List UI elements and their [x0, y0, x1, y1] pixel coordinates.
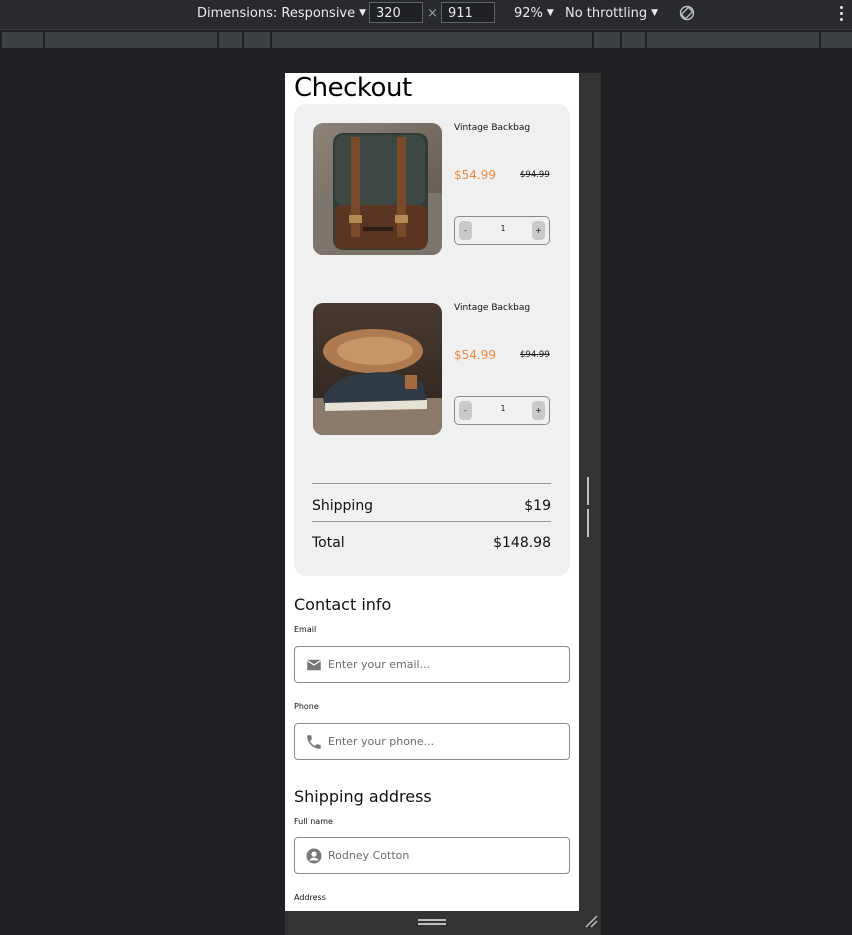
- cart-summary: Vintage Backbag $54.99 $94.99 - 1 + Vint…: [294, 104, 570, 576]
- cart-item: Vintage Backbag $54.99 $94.99 - 1 +: [294, 303, 570, 435]
- contact-info-heading: Contact info: [294, 595, 392, 614]
- resize-handle-bottom[interactable]: [418, 919, 446, 927]
- more-vert-icon[interactable]: [840, 6, 843, 24]
- item-old-price: $94.99: [520, 170, 550, 180]
- throttling-label: No throttling: [565, 6, 648, 21]
- item-price: $54.99: [454, 168, 496, 182]
- item-price: $54.99: [454, 348, 496, 362]
- total-value: $148.98: [493, 535, 551, 551]
- product-image-sneakers: [313, 303, 442, 435]
- phone-field[interactable]: Enter your phone...: [294, 723, 570, 760]
- shipping-address-heading: Shipping address: [294, 787, 432, 806]
- zoom-dropdown[interactable]: 92% ▼: [514, 6, 554, 21]
- page-title: Checkout: [294, 73, 412, 103]
- item-name: Vintage Backbag: [454, 123, 531, 133]
- product-image-backpack: [313, 123, 442, 255]
- fullname-placeholder: Rodney Cotton: [328, 849, 410, 862]
- increment-button[interactable]: +: [532, 221, 545, 240]
- resize-corner-icon[interactable]: [584, 914, 598, 928]
- email-placeholder: Enter your email...: [328, 658, 431, 671]
- phone-label: Phone: [294, 702, 319, 711]
- address-label: Address: [294, 893, 326, 902]
- item-name: Vintage Backbag: [454, 303, 531, 313]
- shipping-value: $19: [524, 498, 551, 514]
- item-old-price: $94.99: [520, 350, 550, 360]
- dimensions-dropdown[interactable]: Dimensions: Responsive ▼: [197, 6, 366, 21]
- chevron-down-icon: ▼: [651, 8, 658, 18]
- phone-placeholder: Enter your phone...: [328, 735, 435, 748]
- fullname-field[interactable]: Rodney Cotton: [294, 837, 570, 874]
- height-input[interactable]: 911: [441, 2, 495, 23]
- fullname-label: Full name: [294, 817, 333, 826]
- devtools-toolbar: Dimensions: Responsive ▼ 320 × 911 92% ▼ N…: [0, 0, 852, 30]
- email-label: Email: [294, 625, 317, 634]
- chevron-down-icon: ▼: [546, 8, 554, 18]
- width-input[interactable]: 320: [369, 2, 423, 23]
- resize-handle-right[interactable]: [587, 477, 593, 537]
- email-field[interactable]: Enter your email...: [294, 646, 570, 683]
- rotate-icon[interactable]: [679, 5, 695, 21]
- phone-icon: [307, 735, 321, 749]
- dimensions-label: Dimensions: Responsive: [197, 6, 356, 21]
- cart-item: Vintage Backbag $54.99 $94.99 - 1 +: [294, 123, 570, 255]
- divider: [312, 483, 551, 484]
- page-viewport: Checkout Vintage Backbag $54.99 $94.99 -…: [285, 73, 579, 911]
- shipping-label: Shipping: [312, 498, 374, 514]
- total-label: Total: [312, 535, 345, 551]
- increment-button[interactable]: +: [532, 401, 545, 420]
- person-icon: [306, 848, 322, 864]
- quantity-stepper: - 1 +: [454, 216, 550, 245]
- mail-icon: [306, 659, 322, 671]
- media-query-ruler: [0, 30, 852, 48]
- quantity-stepper: - 1 +: [454, 396, 550, 425]
- divider: [312, 521, 551, 522]
- times-symbol: ×: [427, 6, 438, 21]
- throttling-dropdown[interactable]: No throttling ▼: [565, 6, 658, 21]
- chevron-down-icon: ▼: [359, 8, 367, 18]
- zoom-label: 92%: [514, 6, 543, 21]
